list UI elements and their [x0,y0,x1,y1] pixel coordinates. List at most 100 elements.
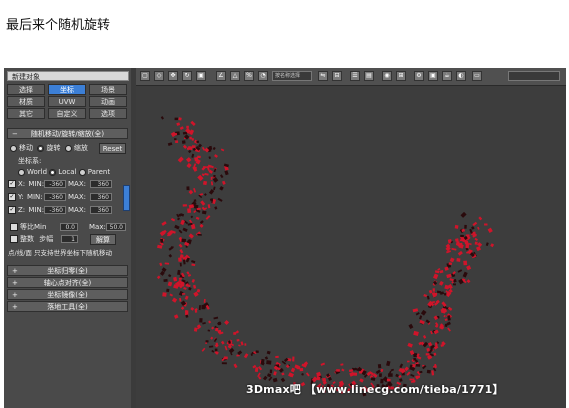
particle-mark [437,267,441,271]
particle-mark [185,284,191,288]
move-icon[interactable]: ✥ [168,71,178,81]
select-icon[interactable]: ▢ [140,71,150,81]
axis-link-slider[interactable] [123,185,130,211]
coord-local-radio[interactable]: Local [49,168,76,176]
uniform-row: 等比Min [10,223,46,232]
particle-mark [435,322,439,326]
spinner-snap-icon[interactable]: ◔ [258,71,268,81]
rollup-random-transform[interactable]: − 随机移动/旋转/缩放(全) [7,128,128,139]
axis-z-checkbox[interactable]: ✓ [8,206,16,214]
teapot-icon[interactable]: ☕ [442,71,452,81]
mode-radio-group: 移动 旋转 缩放 [10,144,88,153]
particle-mark [449,278,454,282]
coord-system-label: 坐标系: [18,157,42,165]
rotate-icon[interactable]: ↻ [182,71,192,81]
perspective-viewport[interactable] [136,86,566,408]
mirror-icon[interactable]: ⇋ [318,71,328,81]
uniform-checkbox[interactable] [10,223,18,231]
rollup-drop-tool[interactable]: + 落地工具(全) [7,301,128,312]
tab-animation[interactable]: 动画 [89,96,127,107]
rollup-pivot-align[interactable]: + 轴心点对齐(全) [7,277,128,288]
render-setup-icon[interactable]: ⚙ [414,71,424,81]
axis-z-max[interactable]: 360 [90,206,112,214]
particle-mark [217,197,223,202]
particle-mark [407,342,413,348]
axis-x-checkbox[interactable]: ✓ [8,180,16,188]
particle-mark [219,174,224,179]
mode-move-radio[interactable]: 移动 [10,144,33,152]
uniform-max[interactable]: 50.0 [106,223,126,231]
layer-icon[interactable]: ☰ [350,71,360,81]
particle-mark [419,315,423,320]
particle-mark [462,271,468,278]
particle-mark [407,360,410,363]
particle-mark [341,368,345,372]
particle-mark [210,336,214,340]
particle-mark [244,343,247,346]
tab-coordinates[interactable]: 坐标 [48,84,86,95]
particle-mark [181,140,186,144]
particle-mark [171,297,178,303]
schematic-icon[interactable]: ⊞ [396,71,406,81]
percent-snap-icon[interactable]: % [244,71,254,81]
particle-mark [388,373,393,377]
viewport-icon[interactable]: ▭ [472,71,482,81]
object-name-field[interactable]: 新建对象 [7,71,129,81]
angle-snap-icon[interactable]: △ [230,71,240,81]
select-region-icon[interactable]: ◇ [154,71,164,81]
uniform-min[interactable]: 0.0 [60,223,78,231]
mode-rotate-radio[interactable]: 旋转 [37,144,60,152]
particle-mark [202,321,206,325]
tab-other[interactable]: 其它 [7,108,45,119]
snap-icon[interactable]: ∠ [216,71,226,81]
render-icon[interactable]: ◐ [456,71,466,81]
toolbar-extra-dropdown[interactable] [508,71,560,81]
particle-mark [471,226,475,230]
particle-mark [413,330,419,336]
particle-mark [186,186,190,191]
unlock-button[interactable]: 解算 [90,234,116,245]
tab-material[interactable]: 材质 [7,96,45,107]
tab-options[interactable]: 选项 [89,108,127,119]
particle-mark [178,277,183,281]
particle-mark [190,306,195,311]
tab-select[interactable]: 选择 [7,84,45,95]
particle-mark [433,273,439,280]
render-frame-icon[interactable]: ▣ [428,71,438,81]
particle-mark [224,320,230,325]
tab-custom[interactable]: 自定义 [48,108,86,119]
particle-mark [348,369,354,372]
particle-mark [210,176,213,180]
particle-mark [185,157,192,163]
particle-mark [180,306,185,310]
material-icon[interactable]: ◉ [382,71,392,81]
particle-mark [201,347,206,352]
rollup-mirror[interactable]: + 坐标镜像(全) [7,289,128,300]
particle-mark [201,206,206,211]
particle-mark [456,258,461,262]
tab-scene[interactable]: 场景 [89,84,127,95]
axis-z-min[interactable]: -360 [44,206,66,214]
graph-icon[interactable]: ▤ [364,71,374,81]
axis-x-max[interactable]: 360 [90,180,112,188]
scale-icon[interactable]: ▣ [196,71,206,81]
axis-y-min[interactable]: -360 [44,193,66,201]
particle-mark [266,360,272,365]
align-icon[interactable]: ⊟ [332,71,342,81]
particle-mark [188,149,192,154]
particle-mark [174,138,177,141]
coord-parent-radio[interactable]: Parent [78,168,110,176]
reset-button[interactable]: Reset [99,143,126,154]
axis-y-checkbox[interactable]: ✓ [8,193,16,201]
tab-uvw[interactable]: UVW [48,96,86,107]
selection-set-dropdown[interactable]: 按名称选择 [272,71,312,81]
particle-mark [447,306,453,311]
particle-mark [213,316,219,320]
axis-y-max[interactable]: 360 [90,193,112,201]
coord-world-radio[interactable]: World [18,168,47,176]
integer-checkbox[interactable] [10,235,18,243]
axis-x-min[interactable]: -360 [44,180,66,188]
mode-scale-radio[interactable]: 缩放 [64,144,88,152]
step-spinner[interactable]: 1 [61,235,78,243]
rollup-reset-coords[interactable]: + 坐标归零(全) [7,265,128,276]
